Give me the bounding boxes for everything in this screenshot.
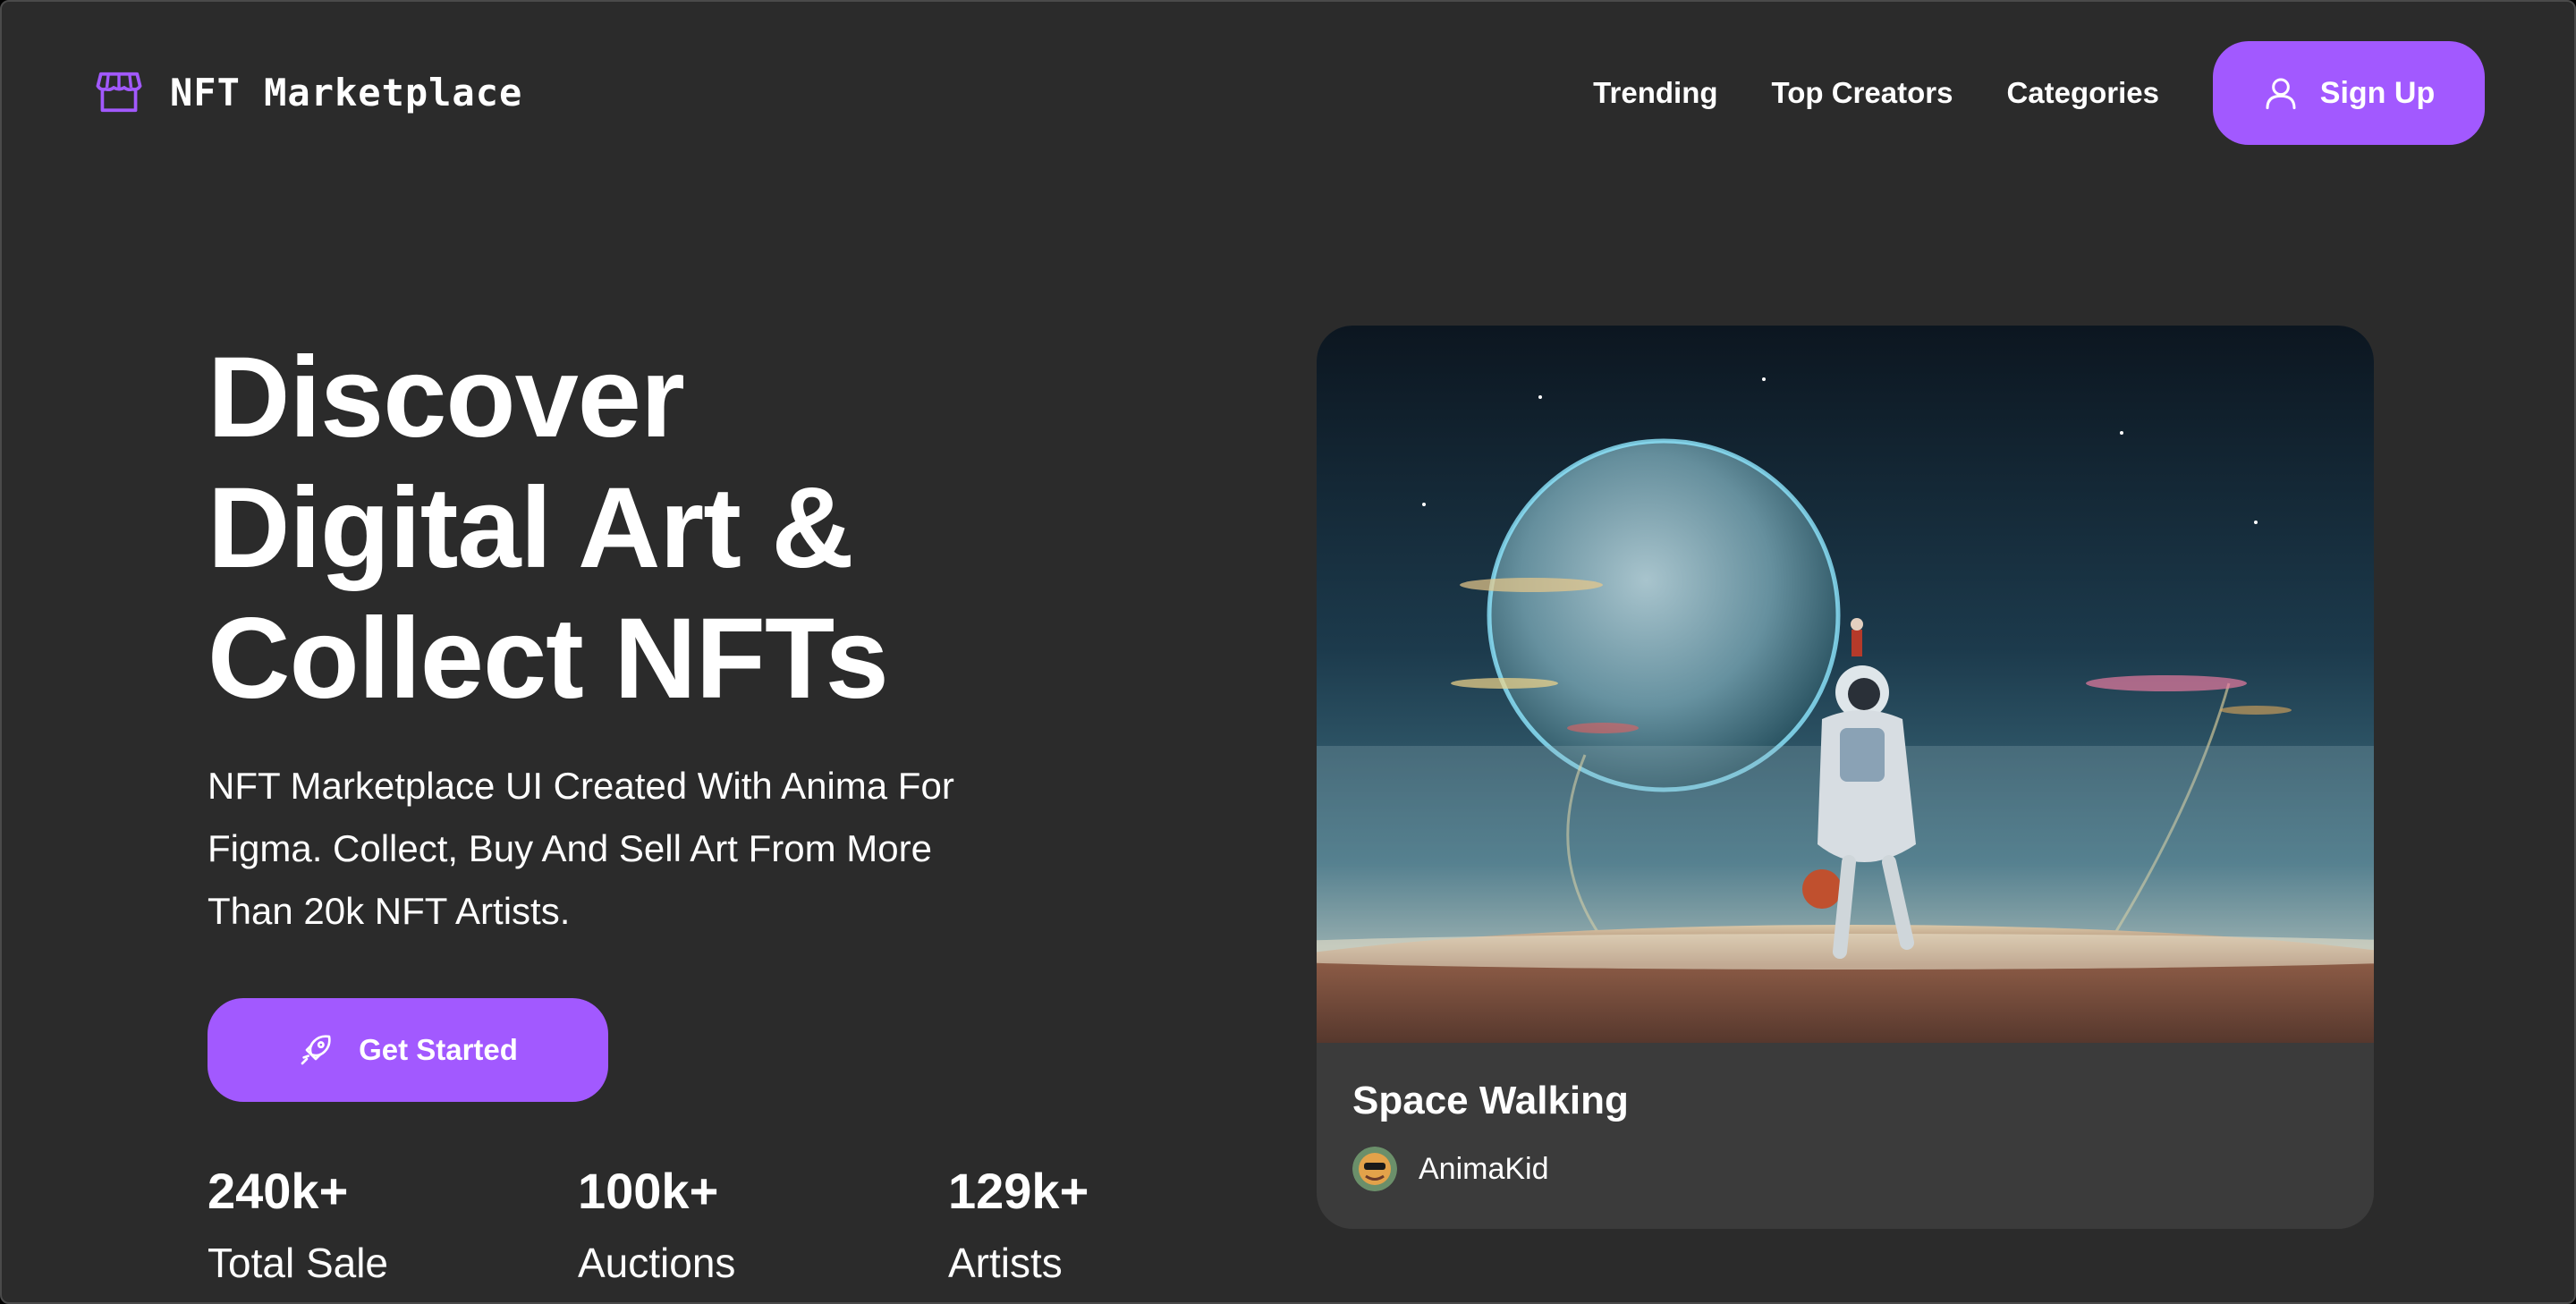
get-started-button[interactable]: Get Started: [208, 998, 608, 1102]
hero-title-line: Digital Art &: [208, 464, 854, 592]
stat-label: Artists: [948, 1240, 1063, 1286]
hero-subtitle: NFT Marketplace UI Created With Anima Fo…: [208, 755, 1102, 943]
hero-subtitle-line: NFT Marketplace UI Created With Anima Fo…: [208, 765, 954, 807]
card-title: Space Walking: [1352, 1079, 1629, 1122]
rocket-icon: [301, 1035, 331, 1065]
app-window: NFT Marketplace Trending Top Creators Ca…: [0, 0, 2576, 1304]
stat-artists: 129k+ Artists: [948, 1156, 1318, 1299]
nav-link-trending[interactable]: Trending: [1593, 76, 1717, 110]
nav-link-top-creators[interactable]: Top Creators: [1772, 76, 1953, 110]
featured-nft-card[interactable]: Space Walking AnimaKid: [1317, 326, 2374, 1229]
card-artist[interactable]: AnimaKid: [1352, 1147, 1549, 1191]
stats-row: 240k+ Total Sale 100k+ Auctions 129k+ Ar…: [208, 1156, 1318, 1299]
nav-links: Trending Top Creators Categories Sign Up: [1593, 41, 2485, 145]
hero-title-line: Collect NFTs: [208, 595, 889, 723]
stat-label: Auctions: [578, 1240, 736, 1286]
nav-link-categories[interactable]: Categories: [2006, 76, 2159, 110]
stat-total-sale: 240k+ Total Sale: [208, 1156, 578, 1299]
hero-title-line: Discover: [208, 334, 685, 461]
storefront-icon: [96, 72, 142, 113]
artist-name: AnimaKid: [1419, 1151, 1549, 1186]
top-navbar: NFT Marketplace Trending Top Creators Ca…: [2, 2, 2574, 184]
stat-value: 240k+: [208, 1163, 349, 1219]
hero-subtitle-line: Than 20k NFT Artists.: [208, 890, 571, 932]
space-walking-artwork: [1317, 326, 2374, 1043]
brand-logo[interactable]: NFT Marketplace: [95, 68, 522, 116]
stat-value: 100k+: [578, 1163, 719, 1219]
sign-up-button[interactable]: Sign Up: [2213, 41, 2485, 145]
stat-value: 129k+: [948, 1163, 1089, 1219]
hero-subtitle-line: Figma. Collect, Buy And Sell Art From Mo…: [208, 827, 932, 869]
sign-up-label: Sign Up: [2319, 75, 2436, 110]
get-started-label: Get Started: [359, 1033, 518, 1066]
stat-auctions: 100k+ Auctions: [578, 1156, 948, 1299]
hero-title: Discover Digital Art & Collect NFTs: [208, 333, 1013, 724]
user-icon: [2266, 78, 2296, 110]
artist-avatar: [1352, 1147, 1397, 1191]
brand-name: NFT Marketplace: [170, 70, 523, 114]
stat-label: Total Sale: [208, 1240, 389, 1286]
